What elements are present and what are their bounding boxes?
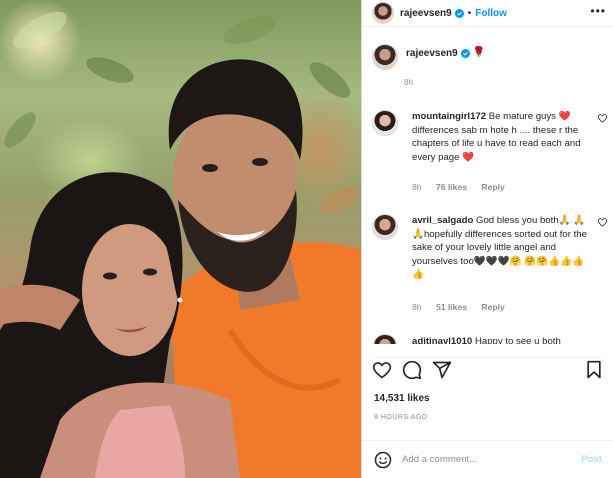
heart-icon[interactable]	[372, 360, 392, 380]
avatar[interactable]	[372, 214, 398, 240]
caption-emoji: 🌹	[472, 47, 486, 58]
avatar[interactable]	[372, 110, 398, 136]
like-comment-heart-icon[interactable]	[598, 114, 607, 123]
comment-meta: 8h 51 likes Reply	[412, 302, 517, 312]
bookmark-icon[interactable]	[584, 360, 604, 380]
send-icon[interactable]	[432, 360, 452, 380]
post-actions	[372, 357, 604, 381]
comment-likes[interactable]: 51 likes	[436, 302, 467, 312]
follow-button[interactable]: Follow	[475, 8, 507, 19]
comment-username[interactable]: aditinayl1010	[412, 336, 472, 344]
comment-time[interactable]: 8h	[412, 182, 422, 192]
post-header: rajeevsen9 • Follow •••	[362, 0, 613, 27]
likes-count[interactable]: 14,531 likes	[374, 393, 430, 404]
more-options-icon[interactable]: •••	[590, 4, 606, 18]
avatar[interactable]	[372, 44, 398, 70]
comment-username[interactable]: mountaingirl172	[412, 111, 486, 122]
post-button[interactable]: Post	[581, 454, 602, 465]
comment-meta: 8h 76 likes Reply	[412, 182, 517, 192]
like-comment-heart-icon[interactable]	[598, 218, 607, 227]
caption-time[interactable]: 8h	[404, 78, 413, 87]
comment-icon[interactable]	[402, 360, 422, 380]
header-username[interactable]: rajeevsen9	[400, 8, 452, 19]
caption-username[interactable]: rajeevsen9	[406, 48, 458, 59]
verified-badge-icon	[454, 8, 464, 18]
avatar[interactable]	[372, 334, 398, 344]
comment-text: Happy to see u both	[474, 336, 561, 344]
comment-item: mountaingirl172 Be mature guys ❤️ differ…	[372, 110, 607, 200]
verified-badge-icon	[460, 49, 470, 58]
reply-button[interactable]: Reply	[481, 182, 504, 192]
post-caption: rajeevsen9 🌹	[372, 44, 604, 70]
comment-likes[interactable]: 76 likes	[436, 182, 467, 192]
separator-dot: •	[467, 7, 472, 19]
post-photo[interactable]	[0, 0, 361, 478]
post-side-panel: rajeevsen9 • Follow ••• rajeevsen9 🌹 8h	[361, 0, 613, 478]
post-timestamp[interactable]: 8 HOURS AGO	[374, 414, 428, 421]
avatar[interactable]	[372, 2, 394, 24]
comment-item: avril_salgado God bless you both🙏 🙏🙏hope…	[372, 214, 607, 318]
reply-button[interactable]: Reply	[481, 302, 504, 312]
comment-item: aditinayl1010 Happy to see u both	[372, 334, 607, 344]
post-viewer: rajeevsen9 • Follow ••• rajeevsen9 🌹 8h	[0, 0, 613, 478]
comment-time[interactable]: 8h	[412, 302, 422, 312]
add-comment-bar: Add a comment... Post	[362, 440, 613, 478]
photo-illustration	[0, 11, 361, 478]
smiley-icon[interactable]	[374, 451, 392, 469]
comment-input[interactable]: Add a comment...	[402, 454, 477, 465]
comment-username[interactable]: avril_salgado	[412, 215, 473, 226]
